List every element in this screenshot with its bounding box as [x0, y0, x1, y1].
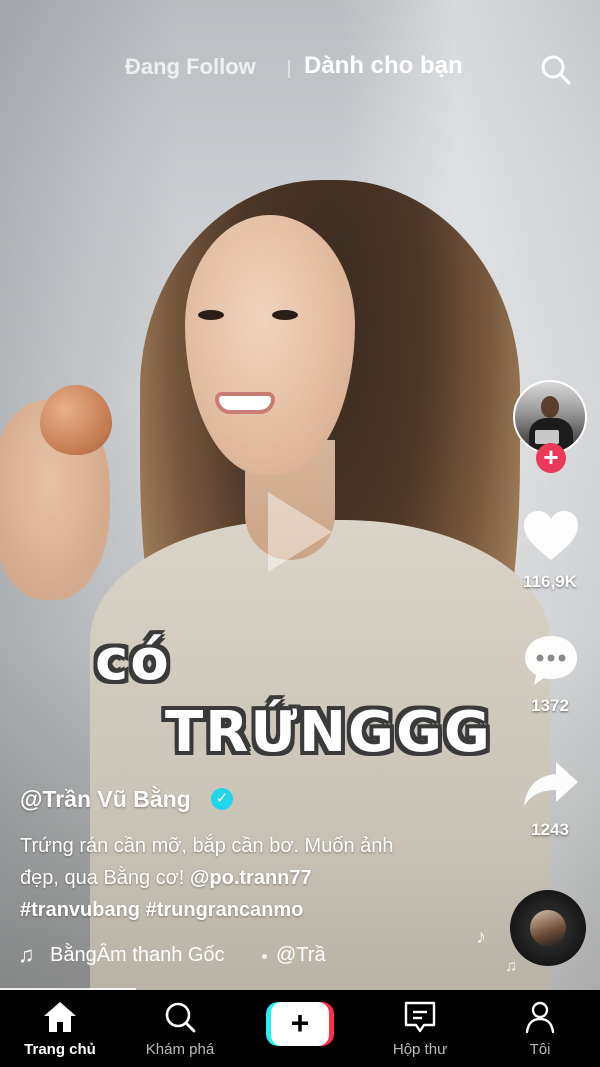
verified-icon: ✓ — [211, 788, 233, 810]
like-count: 116,9K — [523, 572, 577, 591]
music-title: BằngÂm thanh Gốc — [50, 944, 225, 966]
nav-profile-label: Tôi — [529, 1041, 551, 1058]
comment-count: 1372 — [531, 696, 569, 715]
inbox-icon — [404, 1001, 436, 1033]
video-subject-mouth — [215, 392, 275, 414]
share-icon[interactable] — [520, 756, 582, 812]
feed-tabs: Đang Follow Dành cho bạn — [0, 50, 600, 86]
music-note-icon: ♫ — [505, 958, 517, 975]
discover-icon — [165, 1002, 196, 1033]
music-separator — [262, 954, 267, 959]
follow-button[interactable]: + — [536, 443, 566, 473]
hashtags[interactable]: #tranvubang #trungrancanmo — [20, 899, 303, 921]
nav-home[interactable]: Trang chủ — [10, 990, 110, 1067]
comment-icon[interactable] — [520, 632, 582, 688]
nav-inbox[interactable]: Hộp thư — [370, 990, 470, 1067]
tab-divider — [288, 60, 290, 78]
music-note-icon: ♫ — [18, 942, 35, 967]
video-egg — [40, 385, 112, 455]
tab-following[interactable]: Đang Follow — [125, 54, 256, 80]
nav-inbox-label: Hộp thư — [392, 1041, 448, 1058]
music-marquee[interactable]: ♫ BằngÂm thanh Gốc @Trầ — [18, 942, 478, 972]
nav-discover-label: Khám phá — [145, 1041, 215, 1058]
description-text: đẹp, qua Bằng cơ! — [20, 867, 190, 889]
heart-icon[interactable] — [520, 508, 582, 564]
music-author: @Trầ — [276, 944, 326, 966]
create-button[interactable]: + — [266, 1002, 334, 1046]
video-description: Trứng rán cần mỡ, bắp cần bơ. Muốn ảnh đ… — [20, 830, 480, 926]
mention-link[interactable]: @po.trann77 — [190, 867, 312, 889]
description-line: đẹp, qua Bằng cơ! @po.trann77 — [20, 862, 480, 894]
search-icon[interactable] — [540, 54, 572, 86]
video-text-sticker: TRỨNGGG — [165, 700, 492, 765]
music-disc-cover — [530, 910, 566, 946]
home-icon — [44, 1002, 76, 1032]
play-icon[interactable] — [268, 492, 332, 572]
nav-discover[interactable]: Khám phá — [130, 990, 230, 1067]
video-subject-eye — [198, 310, 224, 320]
hashtag-links[interactable]: #tranvubang #trungrancanmo — [20, 894, 480, 926]
description-line: Trứng rán cần mỡ, bắp cần bơ. Muốn ảnh — [20, 835, 394, 857]
avatar-photo — [541, 396, 559, 418]
creator-username[interactable]: @Trần Vũ Bằng — [20, 786, 191, 813]
video-subject-eye — [272, 310, 298, 320]
share-count: 1243 — [531, 820, 569, 839]
plus-icon: + — [290, 1005, 310, 1041]
tab-for-you[interactable]: Dành cho bạn — [304, 52, 463, 80]
profile-icon — [525, 1001, 555, 1034]
nav-home-label: Trang chủ — [24, 1041, 96, 1058]
nav-profile[interactable]: Tôi — [490, 990, 590, 1067]
video-text-sticker: có — [95, 628, 171, 693]
